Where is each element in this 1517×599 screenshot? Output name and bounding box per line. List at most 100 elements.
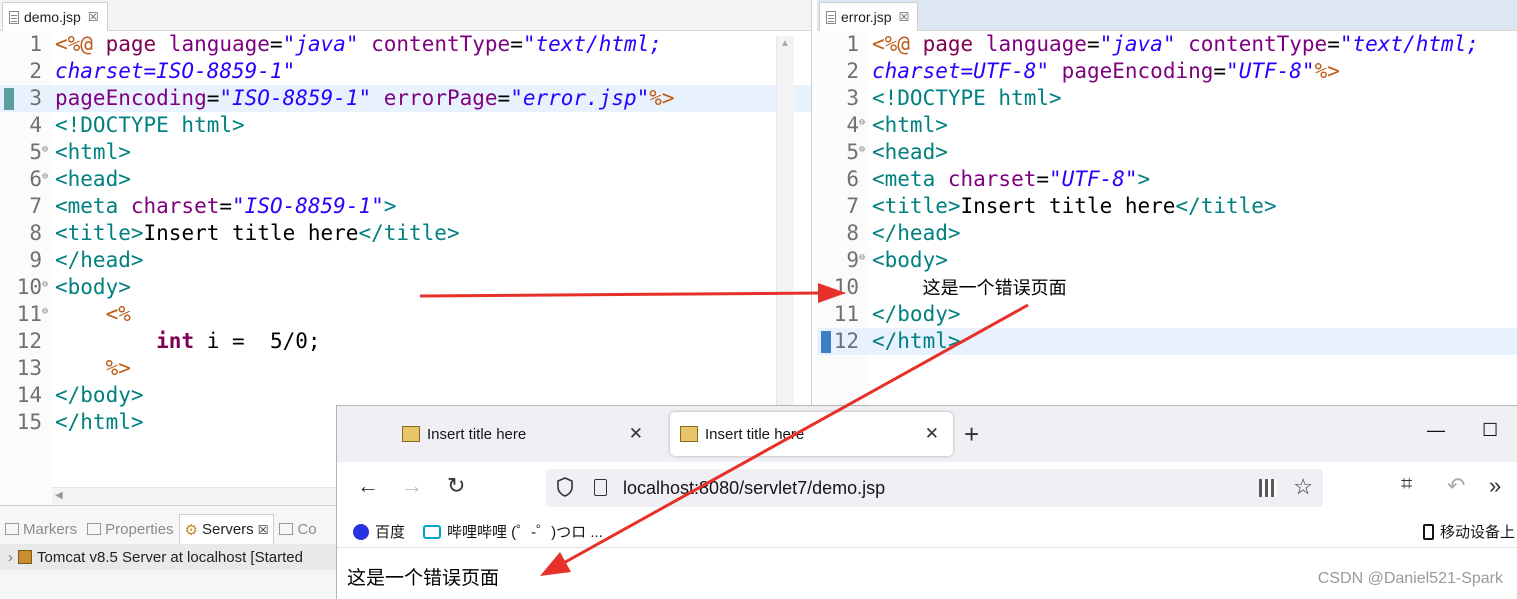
- code-line[interactable]: 1 <%@ page language="java" contentType="t…: [817, 31, 1517, 58]
- tab-servers[interactable]: ⚙ Servers ☒: [178, 514, 275, 544]
- code-line[interactable]: 6 ⊖ <head>: [0, 166, 811, 193]
- url-text[interactable]: localhost:8080/servlet7/demo.jsp: [623, 478, 885, 499]
- code-line[interactable]: 11 ⊖ <%: [0, 301, 811, 328]
- crop-icon[interactable]: ⌗: [1401, 473, 1412, 496]
- server-row[interactable]: › Tomcat v8.5 Server at localhost [Start…: [0, 544, 337, 570]
- line-number: 8: [29, 221, 42, 245]
- code-line[interactable]: 7 <title>Insert title here</title>: [817, 193, 1517, 220]
- bookmark-label: 哔哩哔哩 (゜-゜)つロ ...: [447, 524, 603, 541]
- tomcat-favicon-icon: [402, 426, 420, 442]
- line-number: 10: [16, 275, 42, 299]
- bookmark-bilibili[interactable]: 哔哩哔哩 (゜-゜)つロ ...: [423, 521, 603, 542]
- code-line[interactable]: 5 ⊖ <head>: [817, 139, 1517, 166]
- minimize-button[interactable]: —: [1427, 420, 1445, 441]
- qr-code-icon[interactable]: [1259, 479, 1277, 497]
- close-icon[interactable]: ✕: [925, 424, 939, 444]
- shield-icon[interactable]: [556, 477, 574, 497]
- tab-label: Markers: [23, 520, 78, 538]
- code-token: <!DOCTYPE html>: [872, 86, 1062, 110]
- code-line[interactable]: 5 ⊖ <html>: [0, 139, 811, 166]
- code-line[interactable]: 12 </html>: [817, 328, 1517, 355]
- code-token: language: [168, 32, 270, 56]
- mobile-bookmarks[interactable]: 移动设备上: [1423, 521, 1515, 542]
- code-token: %>: [649, 86, 675, 110]
- code-token: =: [1086, 32, 1100, 56]
- code-token: Insert title here: [960, 194, 1176, 218]
- code-line[interactable]: 13 %>: [0, 355, 811, 382]
- code-line[interactable]: 3 pageEncoding="ISO-8859-1" errorPage="er…: [0, 85, 811, 112]
- code-line[interactable]: 2 charset=UTF-8" pageEncoding="UTF-8"%>: [817, 58, 1517, 85]
- code-line[interactable]: 3 <!DOCTYPE html>: [817, 85, 1517, 112]
- fold-toggle-icon[interactable]: ⊖: [859, 247, 865, 269]
- tab-markers[interactable]: Markers: [0, 514, 82, 544]
- bookmark-baidu[interactable]: 百度: [353, 521, 405, 542]
- tab-properties[interactable]: Properties: [82, 514, 178, 544]
- tab-label: Properties: [105, 520, 174, 538]
- line-number: 5: [29, 140, 42, 164]
- code-line[interactable]: 1 <%@ page language="java" contentType="t…: [0, 31, 811, 58]
- close-icon[interactable]: ✕: [629, 424, 643, 444]
- maximize-button[interactable]: ☐: [1482, 420, 1498, 441]
- forward-arrow-icon[interactable]: →: [401, 473, 423, 499]
- code-token: </body>: [872, 302, 961, 326]
- code-line[interactable]: 10 ⊖ <body>: [0, 274, 811, 301]
- mobile-device-icon: [1423, 523, 1434, 540]
- close-icon[interactable]: ☒: [258, 523, 269, 537]
- code-token: "UTF-8": [1226, 59, 1315, 83]
- bookmark-star-icon[interactable]: ☆: [1293, 474, 1313, 500]
- code-text: pageEncoding="ISO-8859-1" errorPage="err…: [55, 85, 675, 112]
- code-text: <%@ page language="java" contentType="te…: [872, 31, 1479, 58]
- code-text: <meta charset="ISO-8859-1">: [55, 193, 396, 220]
- code-line[interactable]: 11 </body>: [817, 301, 1517, 328]
- code-line[interactable]: 6 <meta charset="UTF-8">: [817, 166, 1517, 193]
- overflow-chevrons-icon[interactable]: »: [1489, 473, 1501, 499]
- code-token: page: [105, 32, 169, 56]
- error-page-text: 这是一个错误页面: [347, 567, 500, 589]
- tab-title: Insert title here: [427, 425, 527, 443]
- fold-toggle-icon[interactable]: ⊖: [859, 139, 865, 161]
- undo-icon[interactable]: ↶: [1447, 473, 1465, 499]
- code-token: =: [497, 86, 511, 110]
- code-line[interactable]: 9 </head>: [0, 247, 811, 274]
- tab-console[interactable]: Co: [274, 514, 321, 544]
- code-line[interactable]: 4 ⊖ <html>: [817, 112, 1517, 139]
- code-line[interactable]: 8 <title>Insert title here</title>: [0, 220, 811, 247]
- fold-toggle-icon[interactable]: ⊖: [42, 139, 48, 161]
- views-tabbar: Markers Properties ⚙ Servers ☒ Co: [0, 514, 337, 544]
- fold-toggle-icon[interactable]: ⊖: [42, 301, 48, 323]
- code-line[interactable]: 7 <meta charset="ISO-8859-1">: [0, 193, 811, 220]
- line-number: 1: [29, 32, 42, 56]
- chevron-right-icon[interactable]: ›: [8, 549, 13, 566]
- back-arrow-icon[interactable]: ←: [357, 473, 379, 499]
- browser-tab-2[interactable]: Insert title here ✕: [670, 412, 953, 456]
- code-line[interactable]: 12 int i = 5/0;: [0, 328, 811, 355]
- line-number: 5: [846, 140, 859, 164]
- code-line[interactable]: 10 这是一个错误页面: [817, 274, 1517, 301]
- fold-toggle-icon[interactable]: ⊖: [859, 112, 865, 134]
- browser-tab-1[interactable]: Insert title here ✕: [374, 412, 657, 456]
- line-number: 15: [16, 410, 42, 434]
- tab-error-jsp[interactable]: error.jsp ☒: [819, 2, 919, 31]
- code-line[interactable]: 4 <!DOCTYPE html>: [0, 112, 811, 139]
- address-bar[interactable]: localhost:8080/servlet7/demo.jsp ☆: [546, 469, 1323, 507]
- tab-demo-jsp[interactable]: demo.jsp ☒: [2, 2, 108, 31]
- close-icon[interactable]: ☒: [899, 10, 910, 24]
- scroll-up-icon[interactable]: ▲: [780, 38, 790, 49]
- code-token: "text/html;: [1339, 32, 1479, 56]
- code-line[interactable]: 2 charset=ISO-8859-1": [0, 58, 811, 85]
- scroll-left-icon[interactable]: ◀: [55, 490, 63, 501]
- code-line[interactable]: 8 </head>: [817, 220, 1517, 247]
- new-tab-button[interactable]: +: [964, 419, 979, 450]
- code-line[interactable]: 9 ⊖ <body>: [817, 247, 1517, 274]
- code-token: <!DOCTYPE html>: [55, 113, 245, 137]
- line-number: 1: [846, 32, 859, 56]
- editor-tabbar: error.jsp ☒: [817, 0, 1517, 31]
- code-token: int: [156, 329, 195, 353]
- properties-icon: [87, 523, 102, 535]
- fold-toggle-icon[interactable]: ⊖: [42, 166, 48, 188]
- fold-toggle-icon[interactable]: ⊖: [42, 274, 48, 296]
- reload-icon[interactable]: ↻: [447, 473, 465, 499]
- close-icon[interactable]: ☒: [88, 10, 99, 24]
